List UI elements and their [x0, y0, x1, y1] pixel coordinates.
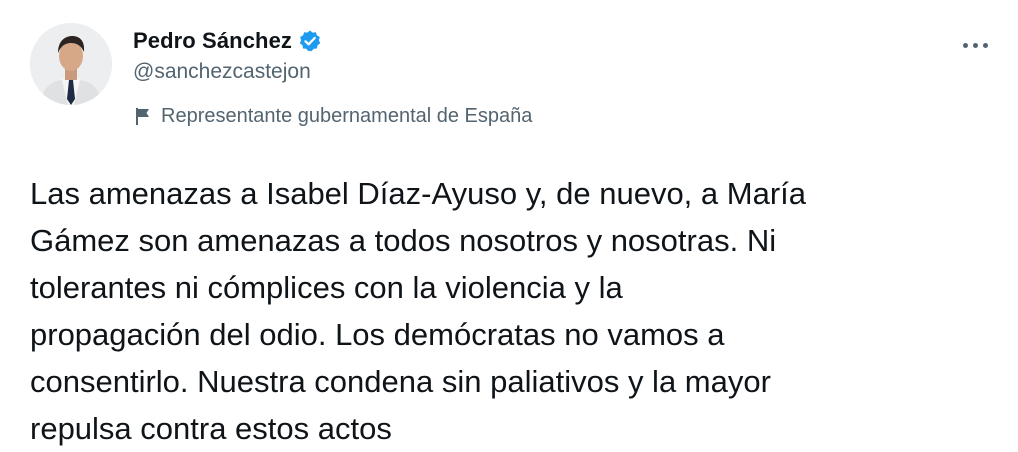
more-options-button[interactable] — [948, 28, 1002, 62]
tweet-text: Las amenazas a Isabel Díaz-Ayuso y, de n… — [30, 176, 806, 446]
verified-badge-icon — [298, 29, 322, 53]
avatar-photo — [30, 23, 112, 105]
government-label-text: Representante gubernamental de España — [161, 104, 533, 127]
government-label: Representante gubernamental de España — [133, 102, 532, 130]
avatar[interactable] — [30, 23, 112, 105]
tweet-card: Pedro Sánchez @sanchezcastejon Represent… — [0, 0, 1018, 446]
more-dots-icon — [962, 42, 968, 48]
more-dots-icon — [972, 42, 978, 48]
author-display-name[interactable]: Pedro Sánchez — [133, 28, 292, 54]
more-dots-icon — [982, 42, 988, 48]
author-handle[interactable]: @sanchezcastejon — [133, 60, 311, 84]
author-name-row: Pedro Sánchez — [133, 26, 322, 56]
flag-icon — [133, 106, 153, 126]
